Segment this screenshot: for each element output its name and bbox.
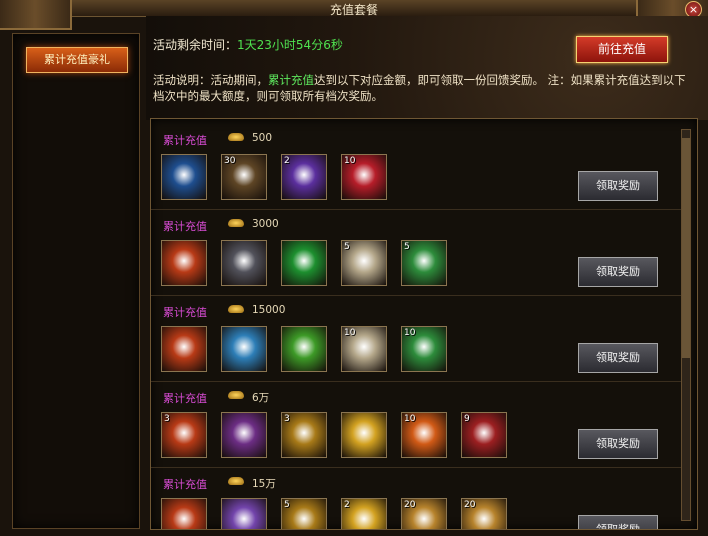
reward-tier: 累计充值 15000 领取奖励 10 10 [151,295,681,382]
gold-ingot-icon [228,219,244,227]
claim-reward-button[interactable]: 领取奖励 [578,515,658,529]
reward-tier: 累计充值 3000 领取奖励 5 5 [151,209,681,296]
reward-tier-list[interactable]: 累计充值 500 领取奖励 30 2 10 累计充值 3000 领取奖励 5 5 累计充值… [150,118,698,530]
item-quantity: 20 [464,500,476,510]
red-book-icon[interactable] [161,240,207,286]
green-bottle-icon[interactable]: 10 [401,326,447,372]
tier-label: 累计充值 [163,220,207,233]
menu-item-cumulative-recharge[interactable]: 累计充值豪礼 [26,47,128,73]
remaining-time-label: 活动剩余时间： [153,38,238,52]
go-recharge-button[interactable]: 前往充值 [576,36,668,63]
vertical-scrollbar[interactable] [681,129,691,521]
item-quantity: 10 [344,328,356,338]
description-highlight: 累计充值 [268,73,314,87]
remaining-time-line: 活动剩余时间：1天23小时54分6秒 [153,36,343,53]
reward-tier: 累计充值 6万 领取奖励 3 3 10 9 [151,381,681,468]
tier-label: 累计充值 [163,392,207,405]
item-quantity: 10 [404,328,416,338]
brown-rod-icon[interactable]: 30 [221,154,267,200]
gray-stone-icon[interactable] [221,240,267,286]
item-quantity: 3 [284,414,290,424]
green-bottle-icon[interactable]: 5 [401,240,447,286]
gold-ingot-icon [228,477,244,485]
gold-ornament-icon[interactable]: 20 [401,498,447,529]
remaining-time-value: 1天23小时54分6秒 [237,38,343,52]
tier-amount: 6万 [252,392,270,404]
fire-scroll-icon[interactable]: 10 [401,412,447,458]
blue-orb-icon[interactable]: 2 [281,154,327,200]
red-book-icon[interactable]: 3 [161,412,207,458]
left-menu: 累计充值豪礼 [12,33,140,529]
event-banner-background [146,16,708,120]
tier-amount: 3000 [252,218,279,230]
reward-tier: 累计充值 500 领取奖励 30 2 10 [151,123,681,210]
tier-label: 累计充值 [163,306,207,319]
purple-rune-icon[interactable] [221,412,267,458]
claim-reward-button[interactable]: 领取奖励 [578,171,658,201]
white-bottle-icon[interactable]: 10 [341,326,387,372]
gold-ornament-icon[interactable]: 20 [461,498,507,529]
white-bottle-icon[interactable]: 5 [341,240,387,286]
gold-ingot-icon [228,133,244,141]
recharge-package-window: 充值套餐 × 累计充值豪礼 活动剩余时间：1天23小时54分6秒 前往充值 活动… [0,0,708,536]
item-quantity: 5 [404,242,410,252]
window-titlebar: 充值套餐 [0,0,708,17]
green-gem-icon[interactable] [281,326,327,372]
red-gem-chest-icon[interactable]: 10 [341,154,387,200]
gold-coin-icon[interactable]: 2 [341,498,387,529]
tier-amount: 15万 [252,478,276,490]
tier-label: 累计充值 [163,478,207,491]
tier-amount: 15000 [252,304,286,316]
item-quantity: 5 [284,500,290,510]
purple-crystal-icon[interactable] [221,498,267,529]
item-quantity: 10 [344,156,356,166]
item-quantity: 9 [464,414,470,424]
item-quantity: 5 [344,242,350,252]
red-book-icon[interactable] [161,498,207,529]
red-book-icon[interactable] [161,326,207,372]
gold-beetle-icon[interactable]: 5 [281,498,327,529]
gold-ingot-icon [228,391,244,399]
item-quantity: 30 [224,156,236,166]
gold-coin-icon[interactable] [341,412,387,458]
reward-tier: 累计充值 15万 领取奖励 5 2 20 20 [151,467,681,529]
left-corner-ornament [0,0,72,30]
green-crystal-icon[interactable] [281,240,327,286]
tier-amount: 500 [252,132,273,144]
item-quantity: 20 [404,500,416,510]
gold-ingot-icon [228,305,244,313]
claim-reward-button[interactable]: 领取奖励 [578,257,658,287]
item-quantity: 2 [344,500,350,510]
tier-label: 累计充值 [163,134,207,147]
red-rose-icon[interactable]: 9 [461,412,507,458]
item-quantity: 3 [164,414,170,424]
item-quantity: 10 [404,414,416,424]
event-description: 活动说明：活动期间，累计充值达到以下对应金额，即可领取一份回馈奖励。 注：如果累… [153,72,689,104]
claim-reward-button[interactable]: 领取奖励 [578,429,658,459]
blue-book-icon[interactable] [161,154,207,200]
item-quantity: 2 [284,156,290,166]
claim-reward-button[interactable]: 领取奖励 [578,343,658,373]
blue-gem-icon[interactable] [221,326,267,372]
description-part-1: 活动说明：活动期间， [153,73,268,87]
gold-beetle-icon[interactable]: 3 [281,412,327,458]
scrollbar-thumb[interactable] [682,138,690,358]
